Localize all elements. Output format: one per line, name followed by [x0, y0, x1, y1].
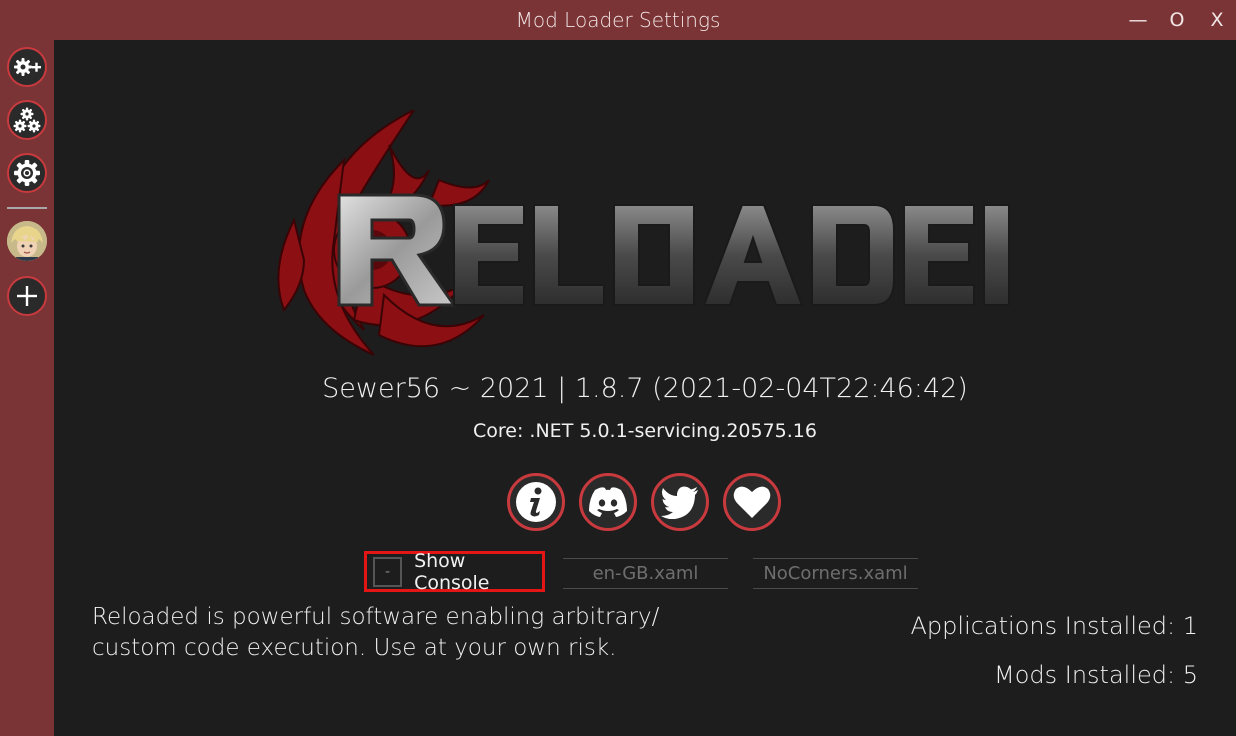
discord-button[interactable]	[579, 473, 637, 531]
sidebar	[0, 40, 54, 736]
twitter-icon	[661, 486, 698, 519]
theme-select[interactable]: NoCorners.xaml	[753, 558, 918, 589]
risk-warning-line-2: custom code execution. Use at your own r…	[92, 635, 617, 661]
add-mod-button[interactable]	[7, 47, 47, 87]
show-console-label: Show Console	[414, 549, 490, 594]
mods-installed-count: 5	[1182, 661, 1198, 689]
discord-icon	[589, 487, 627, 517]
add-application-button[interactable]	[7, 276, 47, 316]
window-title: Mod Loader Settings	[515, 8, 721, 32]
minimize-button[interactable]: —	[1123, 6, 1153, 34]
applications-installed-label: Applications Installed:	[910, 612, 1176, 640]
applications-installed-count: 1	[1182, 612, 1198, 640]
version-text: Sewer56 ~ 2021 | 1.8.7 (2021-02-04T22:46…	[322, 373, 968, 404]
info-button[interactable]	[507, 473, 565, 531]
close-button[interactable]: X	[1202, 6, 1232, 34]
core-version-text: Core: .NET 5.0.1-servicing.20575.16	[473, 420, 817, 442]
language-select[interactable]: en-GB.xaml	[563, 558, 728, 589]
risk-warning-line-1: Reloaded is powerful software enabling a…	[92, 604, 660, 630]
heart-icon	[733, 486, 771, 518]
info-icon	[516, 482, 556, 522]
plus-icon	[17, 286, 37, 306]
maximize-button[interactable]: O	[1162, 6, 1192, 34]
sidebar-separator	[7, 207, 47, 209]
app-avatar-icon	[7, 221, 47, 261]
twitter-button[interactable]	[651, 473, 709, 531]
manage-mods-button[interactable]	[7, 100, 47, 140]
risk-warning: Reloaded is powerful software enabling a…	[92, 602, 692, 664]
donate-button[interactable]	[723, 473, 781, 531]
mods-installed: Mods Installed: 5	[994, 661, 1198, 689]
show-console-checkbox[interactable]: - Show Console	[364, 549, 545, 594]
reloaded-logo	[277, 110, 1010, 356]
main-panel: Sewer56 ~ 2021 | 1.8.7 (2021-02-04T22:46…	[54, 40, 1236, 736]
gear-plus-icon	[14, 58, 41, 76]
gears-icon	[13, 107, 41, 133]
applications-installed: Applications Installed: 1	[911, 612, 1198, 640]
console-checkbox-indicator[interactable]: -	[373, 556, 403, 587]
mods-installed-label: Mods Installed:	[993, 661, 1176, 689]
title-bar: Mod Loader Settings — O X	[0, 0, 1236, 40]
application-button[interactable]	[7, 221, 47, 261]
gear-icon	[14, 160, 40, 186]
loader-settings-button[interactable]	[7, 153, 47, 193]
